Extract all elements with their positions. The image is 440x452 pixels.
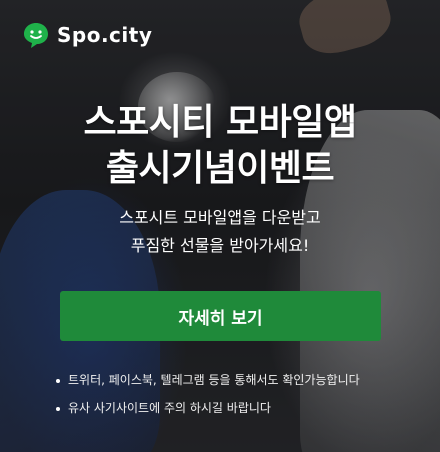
- notice-item: 트위터, 페이스북, 텔레그램 등을 통해서도 확인가능합니다: [56, 366, 360, 394]
- event-description: 스포시트 모바일앱을 다운받고 푸짐한 선물을 받아가세요!: [0, 204, 440, 260]
- description-line-1: 스포시트 모바일앱을 다운받고: [119, 208, 321, 227]
- brand-name: Spo.city: [57, 23, 153, 47]
- promo-popup: Spo.city 스포시티 모바일앱 출시기념이벤트 스포시트 모바일앱을 다운…: [0, 0, 440, 452]
- bullet-icon: [56, 406, 60, 411]
- bullet-icon: [56, 378, 60, 383]
- headline-line-1: 스포시티 모바일앱: [83, 102, 358, 143]
- notice-list: 트위터, 페이스북, 텔레그램 등을 통해서도 확인가능합니다 유사 사기사이트…: [56, 366, 360, 422]
- notice-text: 트위터, 페이스북, 텔레그램 등을 통해서도 확인가능합니다: [68, 373, 360, 387]
- chat-bubble-logo-icon: [24, 23, 48, 48]
- view-details-button[interactable]: 자세히 보기: [60, 291, 381, 341]
- description-line-2: 푸짐한 선물을 받아가세요!: [130, 236, 310, 255]
- notice-text: 유사 사기사이트에 주의 하시길 바랍니다: [68, 401, 271, 415]
- brand-logo[interactable]: Spo.city: [23, 22, 152, 48]
- notice-item: 유사 사기사이트에 주의 하시길 바랍니다: [56, 394, 360, 422]
- headline-line-2: 출시기념이벤트: [105, 148, 335, 189]
- event-headline: 스포시티 모바일앱 출시기념이벤트: [0, 100, 440, 192]
